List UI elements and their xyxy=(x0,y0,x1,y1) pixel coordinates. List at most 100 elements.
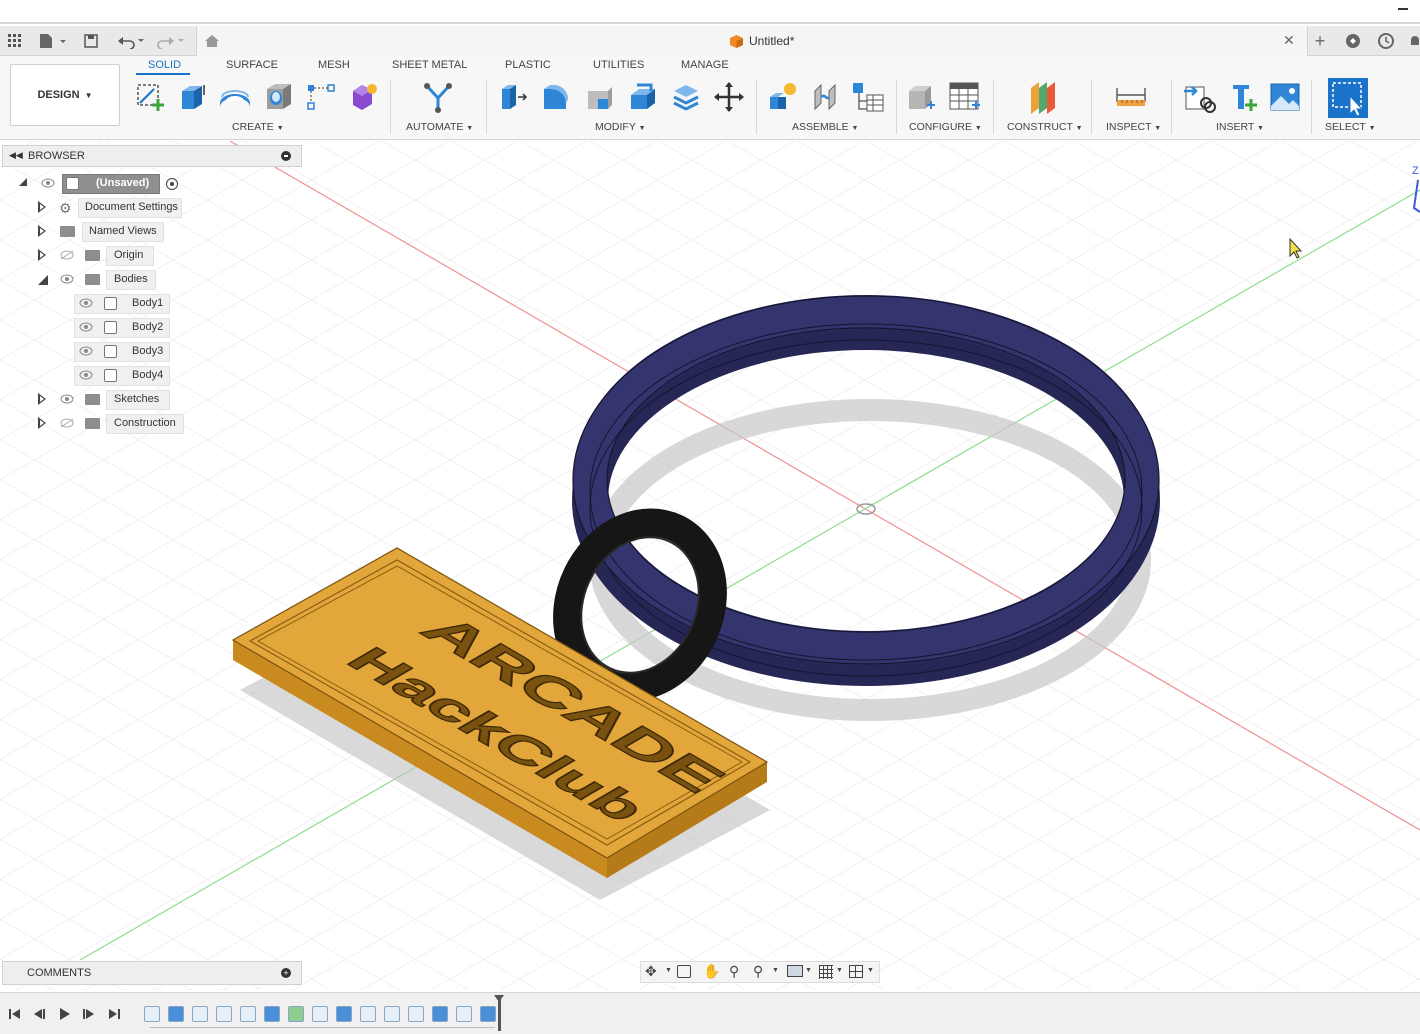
configure-design-icon[interactable] xyxy=(903,78,939,116)
hidden-eye-icon[interactable] xyxy=(60,418,74,428)
step-back-icon[interactable] xyxy=(32,1007,46,1021)
look-at-icon[interactable] xyxy=(677,965,691,978)
automate-icon[interactable] xyxy=(420,78,456,116)
play-icon[interactable] xyxy=(57,1007,71,1021)
redo-icon[interactable] xyxy=(154,30,188,52)
chamfer-icon[interactable] xyxy=(582,78,618,116)
insert-mcmaster-icon[interactable] xyxy=(1225,78,1261,116)
viewports-icon[interactable] xyxy=(849,965,863,978)
fillet-icon[interactable] xyxy=(538,78,574,116)
visibility-eye-icon[interactable] xyxy=(79,322,93,332)
job-status-icon[interactable] xyxy=(1375,30,1397,52)
tab-plastic[interactable]: PLASTIC xyxy=(505,59,551,71)
timeline-feature-sketch[interactable] xyxy=(408,1006,424,1022)
grid-settings-icon[interactable] xyxy=(819,965,833,979)
tree-item-document-settings[interactable]: ⚙ Document Settings xyxy=(2,197,192,219)
tree-item-body2[interactable]: Body2 xyxy=(2,317,192,339)
orbit-icon[interactable]: ✥ xyxy=(645,963,657,980)
automate-menu[interactable]: AUTOMATE ▼ xyxy=(406,121,473,133)
close-tab-icon[interactable]: ✕ xyxy=(1283,32,1295,49)
tree-item-sketches[interactable]: Sketches xyxy=(2,389,192,411)
tree-item-body4[interactable]: Body4 xyxy=(2,365,192,387)
insert-derive-icon[interactable] xyxy=(1181,78,1217,116)
create-form-icon[interactable] xyxy=(346,78,382,116)
tree-item-origin[interactable]: Origin xyxy=(2,245,192,267)
tree-item-body3[interactable]: Body3 xyxy=(2,341,192,363)
inspect-menu[interactable]: INSPECT ▼ xyxy=(1106,121,1161,133)
collapse-panel-icon[interactable]: ◀◀ xyxy=(9,150,23,161)
add-comment-icon[interactable]: + xyxy=(281,968,291,978)
combine-icon[interactable] xyxy=(668,78,704,116)
extrude-icon[interactable] xyxy=(174,78,210,116)
assemble-menu[interactable]: ASSEMBLE ▼ xyxy=(792,121,858,133)
tab-manage[interactable]: MANAGE xyxy=(681,59,729,71)
caret-down-icon[interactable]: ▼ xyxy=(867,967,874,974)
display-settings-icon[interactable] xyxy=(787,965,803,977)
construct-menu[interactable]: CONSTRUCT ▼ xyxy=(1007,121,1083,133)
tree-item-construction[interactable]: Construction xyxy=(2,413,192,435)
extensions-icon[interactable] xyxy=(1342,30,1364,52)
offset-plane-icon[interactable] xyxy=(1025,78,1061,116)
notifications-icon[interactable] xyxy=(1404,30,1420,52)
create-sketch-icon[interactable] xyxy=(132,78,168,116)
workspace-switcher-button[interactable]: DESIGN ▼ xyxy=(10,64,120,126)
timeline-feature-move[interactable] xyxy=(360,1006,376,1022)
hole-icon[interactable] xyxy=(261,78,297,116)
tab-utilities[interactable]: UTILITIES xyxy=(593,59,644,71)
press-pull-icon[interactable] xyxy=(494,78,530,116)
tab-solid[interactable]: SOLID xyxy=(148,59,181,71)
visibility-eye-icon[interactable] xyxy=(41,178,55,188)
caret-down-icon[interactable]: ▼ xyxy=(805,967,812,974)
tab-mesh[interactable]: MESH xyxy=(318,59,350,71)
pan-icon[interactable]: ✋ xyxy=(703,963,720,980)
zoom-window-icon[interactable]: ⚲ xyxy=(753,963,763,980)
comments-panel[interactable]: COMMENTS + xyxy=(2,961,302,985)
timeline-feature-extrude[interactable] xyxy=(336,1006,352,1022)
zoom-icon[interactable]: ⚲ xyxy=(729,963,739,980)
new-tab-icon[interactable]: + xyxy=(1309,30,1331,52)
timeline-marker[interactable] xyxy=(498,999,501,1031)
visibility-eye-icon[interactable] xyxy=(60,274,74,284)
timeline-feature-sketch[interactable] xyxy=(456,1006,472,1022)
visibility-eye-icon[interactable] xyxy=(79,370,93,380)
tree-item-body1[interactable]: Body1 xyxy=(2,293,192,315)
undo-icon[interactable] xyxy=(114,30,148,52)
timeline-feature-extrude[interactable] xyxy=(480,1006,496,1022)
document-tab[interactable]: Untitled* ✕ xyxy=(196,26,1308,56)
timeline-marker-head[interactable] xyxy=(494,995,504,1002)
modify-menu[interactable]: MODIFY ▼ xyxy=(595,121,646,133)
insert-menu[interactable]: INSERT ▼ xyxy=(1216,121,1264,133)
select-icon[interactable] xyxy=(1328,78,1368,118)
tree-item-bodies[interactable]: Bodies xyxy=(2,269,192,291)
create-menu[interactable]: CREATE ▼ xyxy=(232,121,284,133)
collapse-triangle-icon[interactable] xyxy=(38,275,48,285)
timeline-feature-extrude[interactable] xyxy=(432,1006,448,1022)
timeline-feature-move[interactable] xyxy=(216,1006,232,1022)
step-forward-icon[interactable] xyxy=(82,1007,96,1021)
revolve-icon[interactable] xyxy=(217,78,253,116)
measure-icon[interactable] xyxy=(1113,78,1149,116)
hidden-eye-icon[interactable] xyxy=(60,250,74,260)
timeline-feature-extrude[interactable] xyxy=(264,1006,280,1022)
pattern-icon[interactable] xyxy=(303,78,339,116)
configure-menu[interactable]: CONFIGURE ▼ xyxy=(909,121,982,133)
timeline-feature-sketch[interactable] xyxy=(312,1006,328,1022)
home-icon[interactable] xyxy=(201,30,223,52)
configuration-table-icon[interactable] xyxy=(947,78,983,116)
tree-item-named-views[interactable]: Named Views xyxy=(2,221,192,243)
timeline-feature-move[interactable] xyxy=(384,1006,400,1022)
timeline-feature-appearance[interactable] xyxy=(288,1006,304,1022)
visibility-eye-icon[interactable] xyxy=(79,346,93,356)
move-copy-icon[interactable] xyxy=(711,78,747,116)
shell-icon[interactable] xyxy=(625,78,661,116)
tab-surface[interactable]: SURFACE xyxy=(226,59,278,71)
go-to-end-icon[interactable] xyxy=(107,1007,121,1021)
select-menu[interactable]: SELECT ▼ xyxy=(1325,121,1376,133)
timeline-feature-joint[interactable] xyxy=(192,1006,208,1022)
go-to-start-icon[interactable] xyxy=(8,1007,22,1021)
insert-canvas-icon[interactable] xyxy=(1267,78,1303,116)
minimize-icon[interactable] xyxy=(1398,8,1408,10)
timeline-feature-sketch[interactable] xyxy=(240,1006,256,1022)
file-menu-icon[interactable] xyxy=(36,30,68,52)
caret-down-icon[interactable]: ▼ xyxy=(772,967,779,974)
